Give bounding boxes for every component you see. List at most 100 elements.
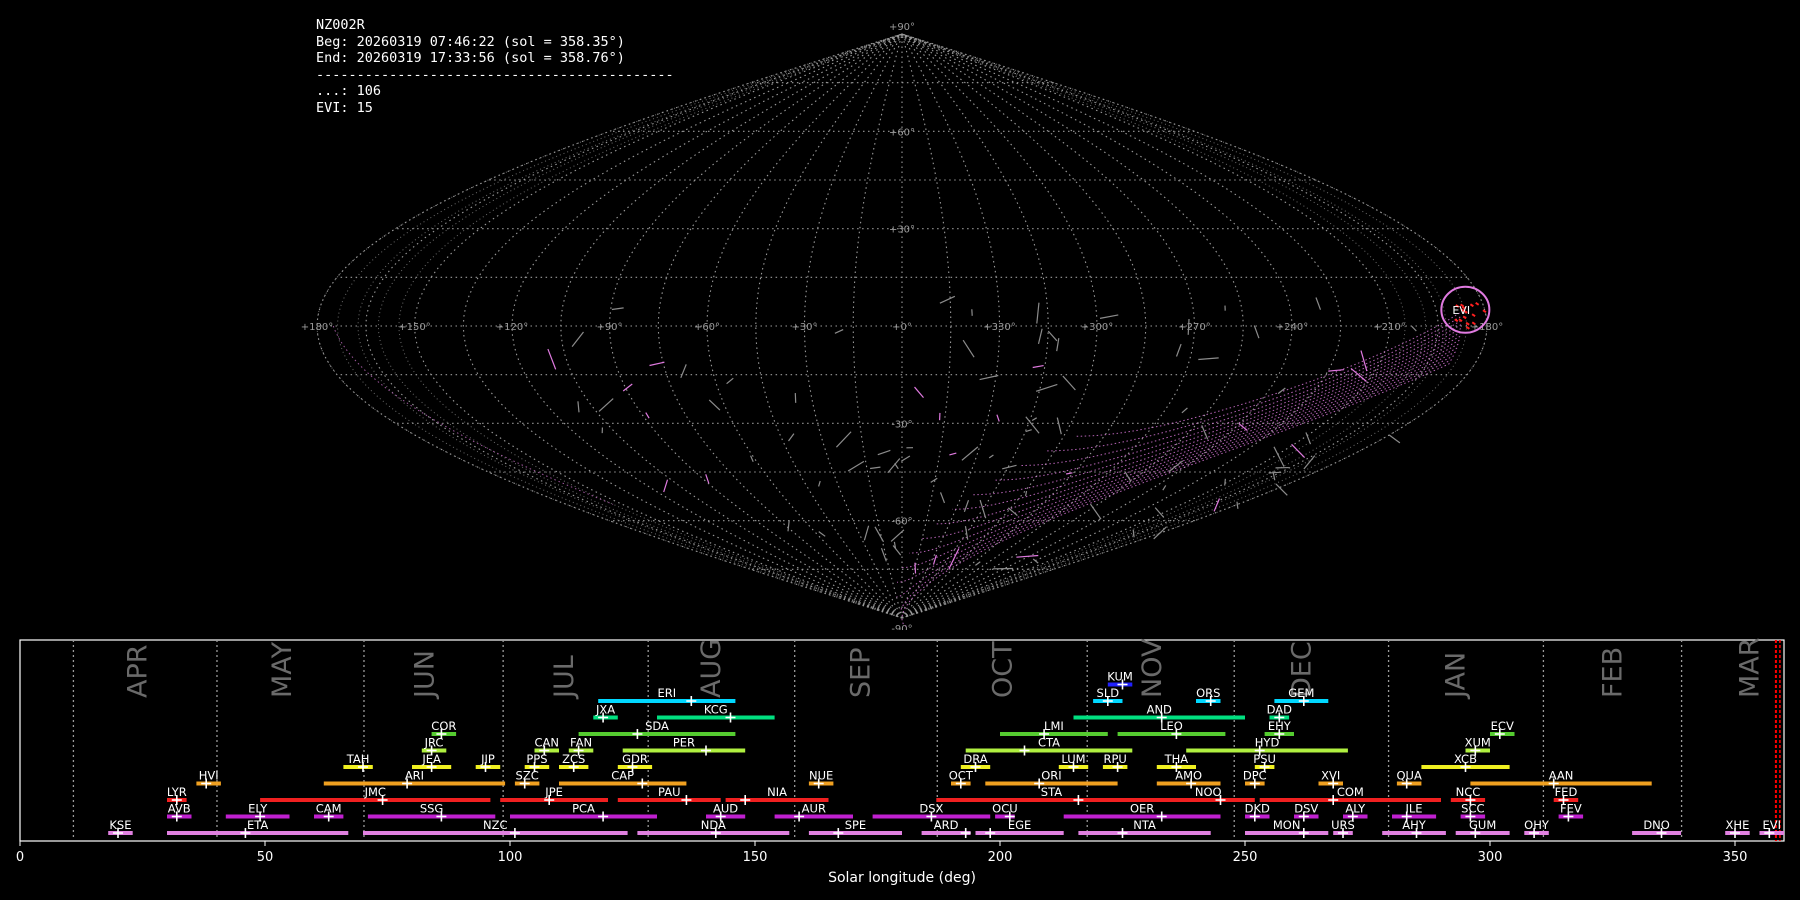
shower-label: EGE (1008, 818, 1031, 832)
shower-fev: FEV (1558, 802, 1584, 822)
shower-label: DNO (1643, 818, 1670, 832)
shower-label: ALY (1345, 802, 1366, 816)
shower-label: LUM (1061, 752, 1085, 766)
shower-label: HVI (199, 769, 219, 783)
shower-label: QUA (1396, 769, 1421, 783)
shower-label: EHY (1268, 719, 1292, 733)
shower-label: AUR (802, 802, 826, 816)
shower-label: COM (1337, 785, 1364, 799)
month-label: JUN (409, 650, 440, 700)
x-tick-label: 0 (16, 850, 24, 865)
shower-label: AUD (713, 802, 738, 816)
shower-cam: CAM (314, 802, 344, 822)
shower-label: AND (1147, 703, 1172, 717)
shower-label: PCA (572, 802, 595, 816)
shower-label: STA (1041, 785, 1062, 799)
shower-label: URS (1331, 818, 1355, 832)
x-tick-label: 300 (1478, 850, 1503, 865)
shower-label: DSV (1294, 802, 1318, 816)
shower-label: DKD (1245, 802, 1270, 816)
shower-label: ELY (248, 802, 268, 816)
shower-label: ERI (657, 686, 676, 700)
shower-label: MON (1273, 818, 1301, 832)
month-label: AUG (696, 639, 727, 698)
shower-label: NUE (809, 769, 833, 783)
shower-label: FEV (1560, 802, 1582, 816)
shower-label: ILE (1406, 802, 1423, 816)
shower-label: XVI (1321, 769, 1340, 783)
shower-label: ETA (247, 818, 268, 832)
shower-label: DRA (963, 752, 987, 766)
month-label: OCT (987, 641, 1018, 698)
shower-lum: LUM (1058, 752, 1089, 772)
shower-label: TAH (346, 752, 370, 766)
shower-label: AHY (1402, 818, 1427, 832)
month-label: APR (123, 644, 154, 698)
shower-label: LMI (1044, 719, 1064, 733)
shower-label: ARI (405, 769, 424, 783)
shower-label: ZCS (562, 752, 585, 766)
shower-tah: TAH (343, 752, 373, 772)
shower-label: DPC (1243, 769, 1267, 783)
shower-qua: QUA (1396, 769, 1422, 789)
shower-ecv: ECV (1490, 719, 1515, 739)
shower-label: PPS (526, 752, 547, 766)
shower-label: LEO (1160, 719, 1183, 733)
shower-label: RPU (1103, 752, 1126, 766)
x-tick-label: 200 (988, 850, 1013, 865)
shower-label: DAD (1267, 703, 1293, 717)
shower-label: DSX (919, 802, 943, 816)
shower-label: OCU (992, 802, 1018, 816)
shower-label: FED (1555, 785, 1578, 799)
shower-label: JXA (595, 703, 615, 717)
shower-avb: AVB (167, 802, 192, 822)
shower-label: NCC (1456, 785, 1481, 799)
shower-label: CTA (1038, 736, 1060, 750)
shower-label: XCB (1454, 752, 1477, 766)
x-tick-label: 250 (1233, 850, 1258, 865)
month-label: MAY (267, 641, 298, 698)
shower-label: NTA (1133, 818, 1156, 832)
shower-label: XHE (1726, 818, 1750, 832)
x-tick-label: 350 (1723, 850, 1748, 865)
x-axis-label: Solar longitude (deg) (828, 870, 976, 886)
shower-label: OCT (949, 769, 974, 783)
month-label: MAR (1735, 637, 1766, 698)
shower-label: KSE (109, 818, 131, 832)
shower-label: ORI (1041, 769, 1061, 783)
shower-label: SPE (845, 818, 867, 832)
shower-label: CAN (535, 736, 560, 750)
shower-label: NDA (701, 818, 726, 832)
shower-szc: SZC (514, 769, 540, 789)
shower-label: PER (673, 736, 695, 750)
shower-xhe: XHE (1725, 818, 1750, 838)
shower-label: FAN (570, 736, 592, 750)
shower-label: ECV (1491, 719, 1514, 733)
shower-label: GUM (1469, 818, 1496, 832)
shower-label: NOO (1195, 785, 1222, 799)
shower-label: OHY (1524, 818, 1550, 832)
shower-label: SZC (516, 769, 539, 783)
shower-jxa: JXA (593, 703, 618, 723)
shower-label: XUM (1465, 736, 1491, 750)
shower-dkd: DKD (1245, 802, 1270, 822)
shower-dpc: DPC (1243, 769, 1267, 789)
shower-label: JRC (424, 736, 444, 750)
month-label: FEB (1598, 647, 1629, 698)
shower-oct: OCT (949, 769, 974, 789)
shower-timeline-chart: APR MAY JUN JUL AUG SEP OCT NOV DEC JAN FEB MARKUME… (16, 637, 1785, 886)
shower-label: AMO (1175, 769, 1202, 783)
shower-label: CAP (611, 769, 634, 783)
shower-ors: ORS (1196, 686, 1221, 706)
shower-label: PAU (658, 785, 680, 799)
shower-label: LYR (167, 785, 187, 799)
shower-label: JEA (421, 752, 441, 766)
shower-label: SLD (1097, 686, 1120, 700)
x-tick-label: 50 (257, 850, 274, 865)
shower-label: AAN (1549, 769, 1574, 783)
shower-label: GDR (622, 752, 648, 766)
shower-label: HYD (1255, 736, 1280, 750)
shower-sld: SLD (1093, 686, 1123, 706)
shower-label: NZC (483, 818, 508, 832)
shower-label: KCG (704, 703, 728, 717)
